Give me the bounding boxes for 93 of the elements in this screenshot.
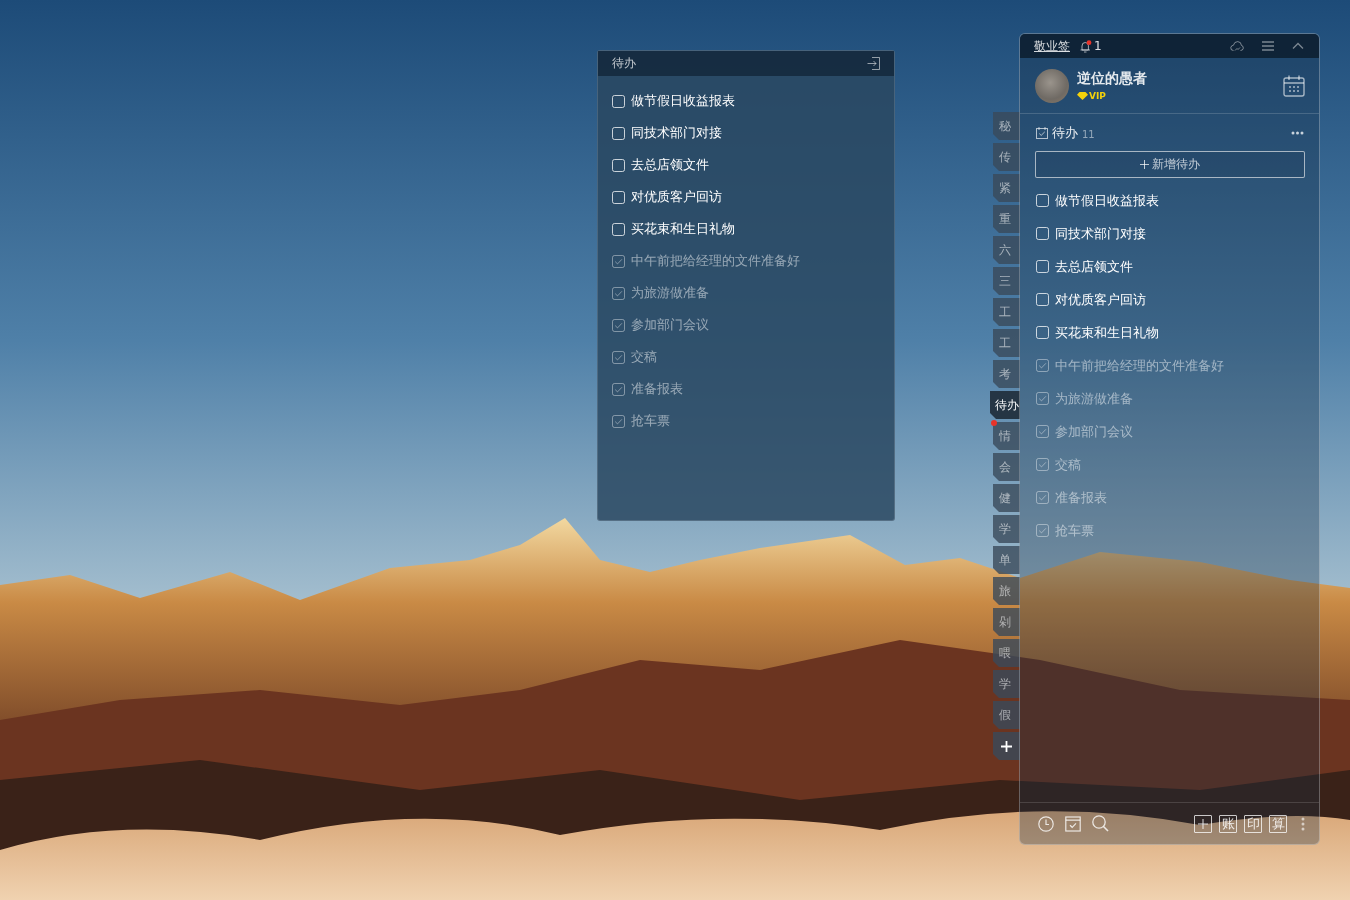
diamond-icon (1077, 92, 1088, 100)
app-name-link[interactable]: 敬业签 (1034, 37, 1070, 55)
task-text: 准备报表 (631, 381, 683, 397)
plus-icon (1198, 818, 1208, 829)
category-tab[interactable]: 学 (993, 515, 1020, 543)
section-title: 待办 (1052, 124, 1078, 142)
task-text: 做节假日收益报表 (1055, 192, 1159, 209)
checkbox[interactable] (612, 318, 625, 332)
quick-tool-button[interactable]: 算 (1269, 814, 1287, 833)
task-count: 11 (1082, 128, 1095, 140)
task-text: 抢车票 (631, 413, 670, 429)
category-tab[interactable]: 单 (993, 546, 1020, 574)
note-title: 待办 (612, 55, 636, 72)
category-tab[interactable]: 工 (993, 329, 1020, 357)
calendar-check-icon (1036, 127, 1048, 139)
category-tab[interactable]: 重 (993, 205, 1020, 233)
category-tab[interactable]: 紧 (993, 174, 1020, 202)
task-text: 参加部门会议 (631, 317, 709, 333)
checkbox[interactable] (612, 414, 625, 428)
task-text: 交稿 (1055, 456, 1081, 473)
checkbox[interactable] (1036, 194, 1049, 207)
bell-icon[interactable] (1079, 39, 1092, 53)
task-text: 买花束和生日礼物 (631, 221, 735, 237)
checkbox[interactable] (612, 190, 625, 204)
category-tab[interactable]: 学 (993, 670, 1020, 698)
task-text: 做节假日收益报表 (631, 93, 735, 109)
clock-icon[interactable] (1038, 815, 1054, 832)
category-tab[interactable]: 传 (993, 143, 1020, 171)
task-text: 参加部门会议 (1055, 423, 1133, 440)
task-text: 对优质客户回访 (1055, 291, 1146, 308)
task-text: 去总店领文件 (1055, 258, 1133, 275)
checkbox[interactable] (1036, 326, 1049, 339)
checkbox[interactable] (612, 158, 625, 172)
category-tab[interactable]: 考 (993, 360, 1020, 388)
arrow-into-box-icon[interactable] (867, 57, 880, 70)
checkbox[interactable] (1036, 392, 1049, 405)
add-category-button[interactable] (993, 732, 1020, 760)
category-tab[interactable]: 三 (993, 267, 1020, 295)
category-tab[interactable]: 六 (993, 236, 1020, 264)
checkbox[interactable] (612, 254, 625, 268)
notification-count: 1 (1094, 39, 1102, 53)
calendar-icon[interactable] (1283, 74, 1305, 97)
checkbox[interactable] (612, 94, 625, 108)
checkbox[interactable] (1036, 260, 1049, 273)
add-task-button[interactable]: 新增待办 (1035, 151, 1305, 178)
task-text: 同技术部门对接 (631, 125, 722, 141)
task-text: 去总店领文件 (631, 157, 709, 173)
calendar-check-icon[interactable] (1065, 815, 1081, 832)
task-text: 为旅游做准备 (631, 285, 709, 301)
add-note-button[interactable] (1194, 814, 1212, 833)
checkbox[interactable] (1036, 524, 1049, 537)
more-vertical-icon[interactable] (1301, 816, 1305, 831)
checkbox[interactable] (1036, 227, 1049, 240)
category-tab[interactable]: 会 (993, 453, 1020, 481)
task-text: 对优质客户回访 (631, 189, 722, 205)
category-tab[interactable]: 情 (993, 422, 1020, 450)
category-tab[interactable]: 健 (993, 484, 1020, 512)
checkbox[interactable] (612, 222, 625, 236)
search-icon[interactable] (1092, 815, 1109, 832)
plus-icon (1140, 160, 1149, 169)
category-tab[interactable]: 剁 (993, 608, 1020, 636)
task-text: 同技术部门对接 (1055, 225, 1146, 242)
task-text: 交稿 (631, 349, 657, 365)
quick-tool-button[interactable]: 印 (1244, 814, 1262, 833)
user-name: 逆位的愚者 (1077, 70, 1147, 88)
category-tab[interactable]: 秘 (993, 112, 1020, 140)
checkbox[interactable] (612, 126, 625, 140)
task-text: 买花束和生日礼物 (1055, 324, 1159, 341)
category-tab[interactable]: 工 (993, 298, 1020, 326)
checkbox[interactable] (1036, 293, 1049, 306)
vip-label: VIP (1089, 91, 1106, 101)
menu-icon[interactable] (1262, 40, 1274, 52)
checkbox[interactable] (1036, 458, 1049, 471)
checkbox[interactable] (1036, 425, 1049, 438)
category-tab[interactable]: 喂 (993, 639, 1020, 667)
quick-tool-button[interactable]: 账 (1219, 814, 1237, 833)
task-text: 准备报表 (1055, 489, 1107, 506)
checkbox[interactable] (612, 382, 625, 396)
category-tab[interactable]: 假 (993, 701, 1020, 729)
task-text: 为旅游做准备 (1055, 390, 1133, 407)
chevron-up-icon[interactable] (1292, 40, 1304, 52)
checkbox[interactable] (1036, 359, 1049, 372)
plus-icon (1001, 740, 1012, 752)
task-text: 中午前把给经理的文件准备好 (1055, 357, 1224, 374)
checkbox[interactable] (612, 350, 625, 364)
more-icon[interactable] (1291, 131, 1304, 135)
task-text: 抢车票 (1055, 522, 1094, 539)
category-tab[interactable]: 旅 (993, 577, 1020, 605)
task-text: 中午前把给经理的文件准备好 (631, 253, 800, 269)
checkbox[interactable] (1036, 491, 1049, 504)
category-tab[interactable]: 待办 (990, 391, 1020, 419)
checkbox[interactable] (612, 286, 625, 300)
cloud-icon[interactable] (1230, 40, 1244, 52)
